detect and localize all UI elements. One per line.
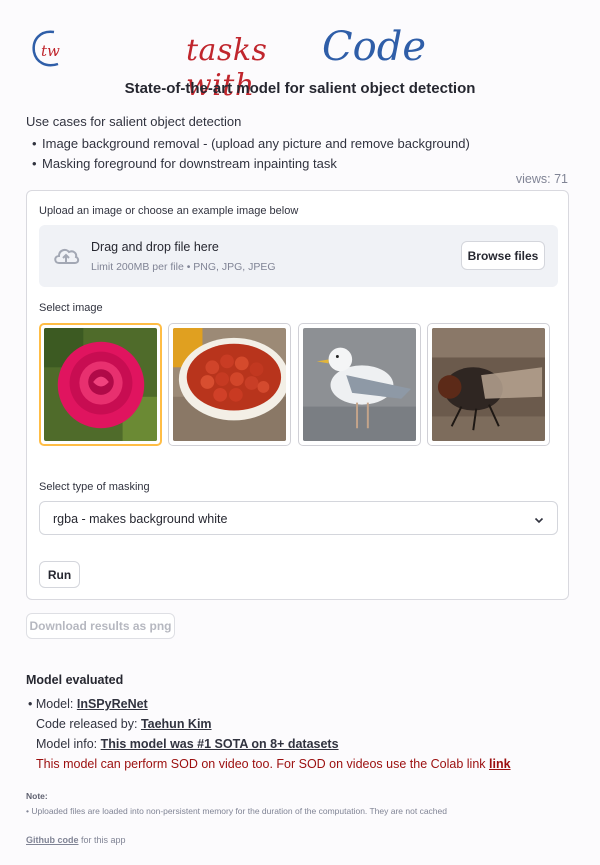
info-line: Model info: This model was #1 SOTA on 8+… <box>36 737 339 751</box>
video-line: This model can perform SOD on video too.… <box>36 757 511 771</box>
model-heading: Model evaluated <box>26 673 124 687</box>
list-item: • Masking foreground for downstream inpai… <box>32 156 337 171</box>
use-case-list: • Image background removal - (upload any … <box>32 134 470 174</box>
detection-form: Upload an image or choose an example ima… <box>26 190 569 600</box>
colab-link[interactable]: link <box>489 757 511 771</box>
fly-image <box>432 328 545 441</box>
code-author-link[interactable]: Taehun Kim <box>141 717 212 731</box>
dropzone-limits: Limit 200MB per file • PNG, JPG, JPEG <box>91 261 276 273</box>
example-image-tomatoes[interactable] <box>168 323 291 446</box>
model-name-link[interactable]: InSPyReNet <box>77 697 148 711</box>
upload-label: Upload an image or choose an example ima… <box>39 205 299 217</box>
masking-type-label: Select type of masking <box>39 481 150 493</box>
footer: Github code for this app <box>26 835 126 845</box>
logo-word-code: Code <box>322 24 426 70</box>
model-details: • Model: InSPyReNet Code released by: Ta… <box>28 694 511 774</box>
seagull-image <box>303 328 416 441</box>
browse-files-button[interactable]: Browse files <box>461 241 545 270</box>
file-dropzone[interactable]: Drag and drop file here Limit 200MB per … <box>39 225 558 287</box>
code-line: Code released by: Taehun Kim <box>36 717 212 731</box>
download-results-button[interactable]: Download results as png <box>26 613 175 639</box>
github-code-link[interactable]: Github code <box>26 835 79 845</box>
note-text: • Uploaded files are loaded into non-per… <box>26 806 447 816</box>
run-button[interactable]: Run <box>39 561 80 588</box>
logo-mark: tw <box>30 26 68 70</box>
example-image-rose[interactable] <box>39 323 162 446</box>
list-item: • Image background removal - (upload any … <box>32 136 470 151</box>
example-image-seagull[interactable] <box>298 323 421 446</box>
rose-image <box>44 328 157 441</box>
masking-type-select[interactable]: rgba - makes background white <box>39 501 558 535</box>
intro-heading: Use cases for salient object detection <box>26 114 242 129</box>
tomatoes-image <box>173 328 286 441</box>
model-info-link[interactable]: This model was #1 SOTA on 8+ datasets <box>101 737 339 751</box>
note-heading: Note: <box>26 791 48 801</box>
masking-type-value: rgba - makes background white <box>53 512 228 526</box>
svg-text:tw: tw <box>41 42 60 60</box>
dropzone-title: Drag and drop file here <box>91 240 219 254</box>
views-counter: views: 71 <box>515 172 568 186</box>
chevron-down-icon <box>533 513 545 525</box>
select-image-label: Select image <box>39 302 103 314</box>
cloud-upload-icon <box>51 241 81 271</box>
page-title: State-of-the-art model for salient objec… <box>124 80 476 97</box>
logo-wordmark: tasks with Code <box>186 24 426 103</box>
example-image-fly[interactable] <box>427 323 550 446</box>
model-line: • Model: InSPyReNet <box>28 697 148 711</box>
